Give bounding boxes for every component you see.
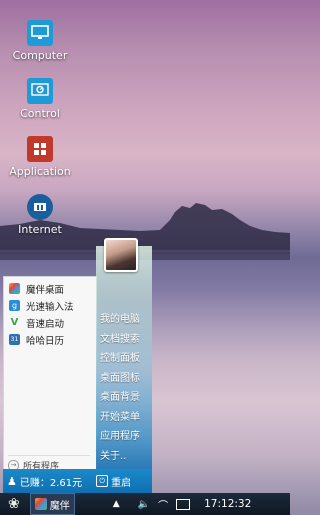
taskbar-app-mobo[interactable]: 魔伴 (29, 493, 75, 515)
start-menu-links-panel: 我的电脑 文档搜索 控制面板 桌面图标 桌面背景 开始菜单 应用程序 关于.. (96, 246, 152, 475)
start-menu-item[interactable]: 31 哈哈日历 (4, 331, 96, 348)
avatar[interactable] (104, 238, 138, 272)
taskbar-app-label: 魔伴 (49, 500, 70, 512)
start-menu-item-label: 音速启动 (26, 318, 65, 330)
clock: 17:12:32 (204, 498, 252, 510)
taskbar: ❀ 魔伴 ▲ 🔈 ⌒ 17:12:32 (0, 493, 290, 515)
desktop-icon-label: Internet (18, 223, 62, 236)
start-menu-item-label: 光速输入法 (26, 301, 74, 313)
desktop-icon-computer[interactable]: Computer (0, 20, 80, 62)
start-button[interactable]: ❀ (8, 496, 20, 512)
desktop-icon-label: Application (9, 165, 71, 178)
control-panel-icon (27, 78, 53, 104)
start-menu-footer: ♟ 已赚：2.61元 ⏻ 重启 (3, 469, 152, 493)
link-control-panel[interactable]: 控制面板 (96, 349, 152, 369)
apps-grid-icon (27, 136, 53, 162)
wifi-icon[interactable]: ⌒ (158, 497, 168, 512)
link-desktop-icons[interactable]: 桌面图标 (96, 369, 152, 389)
start-menu-item-label: 魔伴桌面 (26, 284, 65, 296)
start-menu-pinned-panel: 魔伴桌面 g 光速输入法 V 音速启动 31 哈哈日历 → 所有程序 (3, 276, 97, 477)
volume-icon[interactable]: 🔈 (138, 499, 150, 510)
mobo-desktop-icon (34, 498, 47, 510)
restart-button[interactable]: ⏻ 重启 (96, 474, 131, 489)
earnings-text: 已赚：2.61元 (19, 477, 83, 489)
chevron-up-icon[interactable]: ▲ (113, 499, 120, 509)
link-start-menu[interactable]: 开始菜单 (96, 408, 152, 428)
link-document-search[interactable]: 文档搜索 (96, 330, 152, 350)
desktop-icon-label: Computer (12, 49, 68, 62)
start-menu-item[interactable]: V 音速启动 (4, 314, 96, 331)
desktop-icon-application[interactable]: Application (0, 136, 80, 178)
calendar-icon: 31 (9, 334, 20, 345)
link-desktop-background[interactable]: 桌面背景 (96, 388, 152, 408)
desktop-icon-internet[interactable]: Internet (0, 194, 80, 236)
desktop-icon-control[interactable]: Control (0, 78, 80, 120)
browser-icon (27, 194, 53, 220)
person-icon: ♟ (7, 474, 17, 488)
power-icon: ⏻ (96, 475, 109, 487)
desktop-icon-label: Control (20, 107, 60, 120)
start-menu-item-label: 哈哈日历 (26, 335, 65, 347)
monitor-icon (27, 20, 53, 46)
start-menu-item[interactable]: 魔伴桌面 (4, 280, 96, 297)
link-applications[interactable]: 应用程序 (96, 427, 152, 447)
link-my-computer[interactable]: 我的电脑 (96, 310, 152, 330)
link-about[interactable]: 关于.. (96, 447, 152, 467)
window-icon[interactable] (176, 498, 191, 510)
input-method-icon: g (9, 300, 20, 311)
vstart-icon: V (10, 317, 19, 328)
restart-label: 重启 (111, 477, 132, 489)
mobo-desktop-icon (9, 283, 20, 294)
start-menu-item[interactable]: g 光速输入法 (4, 297, 96, 314)
start-menu: 魔伴桌面 g 光速输入法 V 音速启动 31 哈哈日历 → 所有程序 我的电脑 … (3, 238, 152, 493)
